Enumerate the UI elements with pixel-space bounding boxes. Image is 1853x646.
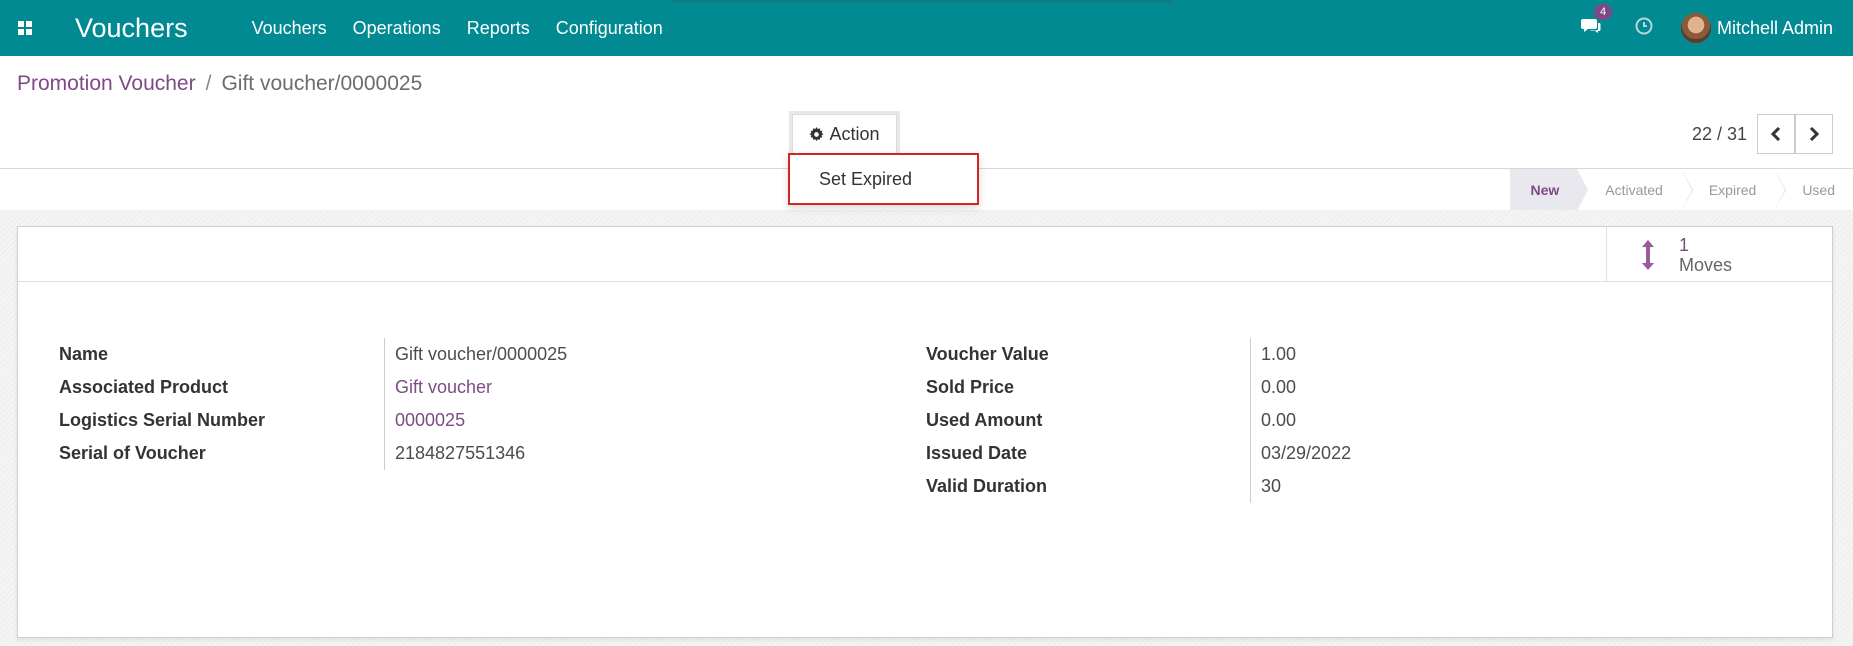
chevron-right-icon bbox=[1809, 127, 1820, 141]
field-value-sold-price: 0.00 bbox=[1250, 371, 1296, 404]
menu-item-set-expired[interactable]: Set Expired bbox=[790, 169, 912, 190]
moves-smart-button[interactable]: 1 Moves bbox=[1606, 227, 1832, 282]
field-value-serial-of-voucher: 2184827551346 bbox=[384, 437, 525, 470]
field-label: Associated Product bbox=[59, 377, 229, 397]
field-label: Logistics Serial Number bbox=[59, 410, 266, 430]
breadcrumb-current: Gift voucher/0000025 bbox=[221, 72, 423, 95]
breadcrumb-separator: / bbox=[205, 72, 212, 95]
messaging-menu[interactable]: 4 bbox=[1580, 3, 1613, 40]
field-value-voucher-value: 1.00 bbox=[1250, 338, 1296, 371]
form-group-left: Name Gift voucher/0000025 Associated Pro… bbox=[59, 338, 567, 470]
field-row: Valid Duration 30 bbox=[926, 470, 1351, 503]
menu-item-configuration[interactable]: Configuration bbox=[543, 18, 676, 39]
menu-item-reports[interactable]: Reports bbox=[454, 18, 543, 39]
button-box: 1 Moves bbox=[18, 227, 1832, 282]
menu-item-operations[interactable]: Operations bbox=[340, 18, 454, 39]
app-title[interactable]: Vouchers bbox=[50, 0, 202, 56]
stage-expired-label: Expired bbox=[1708, 182, 1757, 198]
field-value-issued-date: 03/29/2022 bbox=[1250, 437, 1351, 470]
main-menu: Vouchers Operations Reports Configuratio… bbox=[239, 18, 676, 39]
field-value-associated-product[interactable]: Gift voucher bbox=[384, 371, 492, 404]
field-label: Issued Date bbox=[926, 443, 1028, 463]
form-group-right: Voucher Value 1.00 Sold Price 0.00 Used … bbox=[926, 338, 1351, 503]
field-row: Logistics Serial Number 0000025 bbox=[59, 404, 567, 437]
field-row: Issued Date 03/29/2022 bbox=[926, 437, 1351, 470]
field-label: Valid Duration bbox=[926, 476, 1048, 496]
field-value-valid-duration: 30 bbox=[1250, 470, 1281, 503]
activity-clock-icon[interactable] bbox=[1635, 17, 1653, 40]
stage-new-label: New bbox=[1530, 182, 1560, 198]
field-value-name: Gift voucher/0000025 bbox=[384, 338, 567, 371]
field-row: Serial of Voucher 2184827551346 bbox=[59, 437, 567, 470]
field-row: Voucher Value 1.00 bbox=[926, 338, 1351, 371]
chevron-left-icon bbox=[1770, 127, 1781, 141]
status-stages: New Activated Expired Used bbox=[1510, 169, 1853, 211]
moves-label: Moves bbox=[1679, 254, 1733, 275]
top-strip bbox=[672, 0, 1174, 3]
user-name[interactable]: Mitchell Admin bbox=[1717, 18, 1833, 39]
form-sheet: 1 Moves Name Gift voucher/0000025 Associ… bbox=[17, 226, 1833, 638]
pager-previous-button[interactable] bbox=[1757, 114, 1795, 154]
apps-menu-icon[interactable] bbox=[0, 0, 50, 56]
action-button[interactable]: Action bbox=[792, 114, 897, 154]
field-label: Sold Price bbox=[926, 377, 1015, 397]
stage-used-label: Used bbox=[1802, 182, 1835, 198]
pager: 22 / 31 bbox=[1692, 114, 1833, 154]
field-row: Name Gift voucher/0000025 bbox=[59, 338, 567, 371]
field-row: Associated Product Gift voucher bbox=[59, 371, 567, 404]
field-label: Used Amount bbox=[926, 410, 1043, 430]
field-value-used-amount: 0.00 bbox=[1250, 404, 1296, 437]
avatar[interactable] bbox=[1680, 13, 1711, 43]
action-label: Action bbox=[829, 123, 880, 144]
stage-activated-label: Activated bbox=[1605, 182, 1663, 198]
field-row: Used Amount 0.00 bbox=[926, 404, 1351, 437]
notification-badge: 4 bbox=[1593, 3, 1613, 20]
pager-value[interactable]: 22 / 31 bbox=[1692, 124, 1747, 145]
gear-icon bbox=[809, 126, 825, 141]
pager-next-button[interactable] bbox=[1795, 114, 1833, 154]
field-row: Sold Price 0.00 bbox=[926, 371, 1351, 404]
navbar-right: 4 Mitchell Admin bbox=[1580, 0, 1833, 56]
field-label: Name bbox=[59, 344, 109, 364]
field-label: Serial of Voucher bbox=[59, 443, 206, 463]
action-dropdown-menu: Set Expired bbox=[788, 153, 979, 205]
breadcrumb-parent[interactable]: Promotion Voucher bbox=[17, 72, 196, 95]
stage-activated[interactable]: Activated bbox=[1577, 169, 1693, 211]
breadcrumb: Promotion Voucher / Gift voucher/0000025 bbox=[17, 72, 422, 96]
vertical-arrows-icon bbox=[1642, 239, 1654, 270]
field-value-logistics-serial[interactable]: 0000025 bbox=[384, 404, 465, 437]
stage-expired[interactable]: Expired bbox=[1681, 169, 1787, 211]
menu-item-vouchers[interactable]: Vouchers bbox=[239, 18, 340, 39]
moves-count: 1 bbox=[1679, 234, 1690, 255]
top-navbar: Vouchers Vouchers Operations Reports Con… bbox=[0, 0, 1853, 56]
stage-new[interactable]: New bbox=[1510, 169, 1589, 211]
field-label: Voucher Value bbox=[926, 344, 1049, 364]
